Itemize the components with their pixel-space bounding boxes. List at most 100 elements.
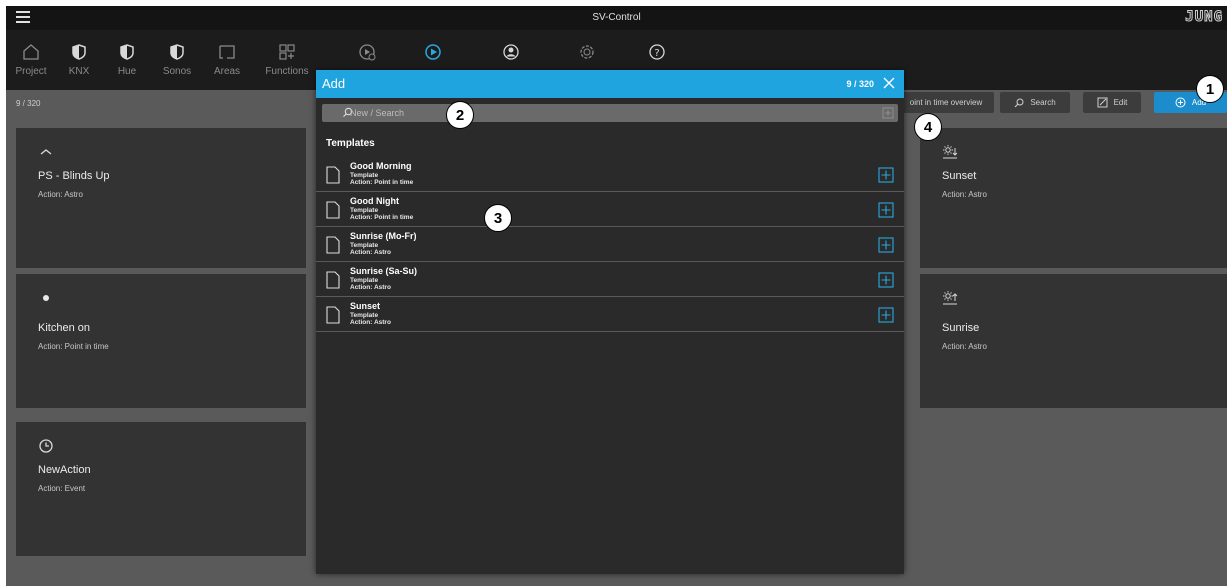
card-subtitle: Action: Event — [38, 484, 86, 493]
nav-label: KNX — [68, 66, 90, 77]
card-title: NewAction — [38, 464, 91, 476]
document-icon — [326, 201, 340, 219]
add-template-icon[interactable] — [878, 272, 894, 288]
card-subtitle: Action: Astro — [942, 342, 987, 351]
add-template-icon[interactable] — [878, 307, 894, 323]
svg-text:?: ? — [654, 48, 659, 59]
action-card[interactable]: Sunrise Action: Astro — [920, 274, 1227, 408]
document-icon — [326, 236, 340, 254]
document-icon — [326, 306, 340, 324]
nav-item-areas[interactable]: Areas — [202, 30, 252, 90]
brand-logo: JUNG — [1185, 9, 1223, 26]
template-type: Template — [350, 277, 379, 284]
overview-button[interactable]: oint in time overview — [898, 92, 994, 113]
shield-half-icon — [170, 44, 184, 60]
template-action: Action: Point in time — [350, 179, 414, 186]
nav-label: Hue — [117, 66, 137, 77]
template-type: Template — [350, 312, 379, 319]
callout-3: 3 — [484, 204, 512, 232]
template-name: Sunrise (Mo-Fr) — [350, 231, 417, 241]
shield-half-icon — [120, 44, 134, 60]
card-title: Kitchen on — [38, 322, 90, 334]
action-card[interactable]: Sunset Action: Astro — [920, 128, 1227, 268]
functions-icon — [279, 44, 295, 60]
template-action: Action: Astro — [350, 284, 391, 291]
callout-2: 2 — [446, 101, 474, 129]
dot-icon — [43, 295, 49, 301]
nav-label: Sonos — [162, 66, 192, 77]
help-icon: ? — [649, 44, 665, 60]
nav-label: Areas — [213, 66, 241, 77]
card-subtitle: Action: Astro — [38, 190, 83, 199]
template-name: Good Morning — [350, 161, 412, 171]
action-card[interactable]: NewAction Action: Event — [16, 422, 306, 556]
callout-4: 4 — [914, 113, 942, 141]
template-type: Template — [350, 242, 379, 249]
card-subtitle: Action: Astro — [942, 190, 987, 199]
template-name: Sunset — [350, 301, 381, 311]
user-circle-icon — [503, 44, 519, 60]
areas-icon — [219, 45, 235, 59]
title-bar: SV-Control JUNG — [6, 6, 1227, 30]
app-title: SV-Control — [592, 12, 641, 23]
search-button[interactable]: Search — [1000, 92, 1070, 113]
template-type: Template — [350, 207, 379, 214]
template-action: Action: Astro — [350, 249, 391, 256]
edit-label: Edit — [1113, 98, 1128, 107]
template-action: Action: Astro — [350, 319, 391, 326]
edit-icon — [1097, 97, 1108, 108]
search-field[interactable] — [322, 104, 898, 122]
nav-item-sonos[interactable]: Sonos — [152, 30, 202, 90]
gear-icon — [580, 45, 594, 59]
template-row[interactable]: Sunset Template Action: Astro — [316, 298, 904, 332]
nav-item-functions[interactable]: Functions — [262, 30, 312, 90]
nav-item-knx[interactable]: KNX — [54, 30, 104, 90]
dialog-count: 9 / 320 — [846, 79, 874, 89]
app-window: SV-Control JUNG Project KNX Hue Sonos Ar… — [6, 6, 1227, 586]
card-title: Sunrise — [942, 322, 980, 334]
overview-label: oint in time overview — [909, 98, 983, 107]
card-title: Sunset — [942, 170, 977, 182]
sunrise-icon — [943, 291, 958, 305]
search-input[interactable] — [350, 106, 850, 120]
play-circle-icon — [425, 44, 441, 60]
card-subtitle: Action: Point in time — [38, 342, 109, 351]
section-title: Templates — [326, 138, 375, 149]
card-title: PS - Blinds Up — [38, 170, 110, 182]
template-name: Sunrise (Sa-Su) — [350, 266, 418, 276]
search-label: Search — [1030, 98, 1056, 107]
house-icon — [23, 44, 39, 60]
template-row[interactable]: Sunrise (Sa-Su) Template Action: Astro — [316, 263, 904, 297]
nav-label: Project — [15, 66, 47, 77]
chevron-up-icon — [40, 149, 52, 155]
shield-half-icon — [72, 44, 86, 60]
sunset-icon — [943, 145, 958, 159]
nav-item-hue[interactable]: Hue — [102, 30, 152, 90]
action-card[interactable]: Kitchen on Action: Point in time — [16, 274, 306, 408]
template-row[interactable]: Good Morning Template Action: Point in t… — [316, 158, 904, 192]
template-row[interactable]: Good Night Template Action: Point in tim… — [316, 193, 904, 227]
add-dialog: Add 9 / 320 Templates Good Morning Templ… — [316, 70, 904, 574]
callout-1: 1 — [1196, 75, 1224, 103]
timer-play-icon — [359, 44, 376, 61]
search-icon — [1014, 98, 1024, 107]
template-type: Template — [350, 172, 379, 179]
nav-item-project[interactable]: Project — [6, 30, 56, 90]
plus-circle-icon — [1175, 97, 1186, 108]
add-template-icon[interactable] — [878, 237, 894, 253]
document-icon — [326, 271, 340, 289]
edit-button[interactable]: Edit — [1083, 92, 1141, 113]
add-template-icon[interactable] — [878, 202, 894, 218]
close-icon[interactable] — [882, 76, 896, 90]
add-icon[interactable] — [882, 107, 894, 119]
add-template-icon[interactable] — [878, 167, 894, 183]
dialog-title: Add — [322, 76, 346, 91]
clock-icon — [39, 439, 53, 453]
action-card[interactable]: PS - Blinds Up Action: Astro — [16, 128, 306, 268]
item-count: 9 / 320 — [16, 99, 41, 108]
template-action: Action: Point in time — [350, 214, 414, 221]
dialog-header: Add 9 / 320 — [316, 70, 904, 98]
document-icon — [326, 166, 340, 184]
nav-label: Functions — [265, 66, 309, 77]
template-row[interactable]: Sunrise (Mo-Fr) Template Action: Astro — [316, 228, 904, 262]
